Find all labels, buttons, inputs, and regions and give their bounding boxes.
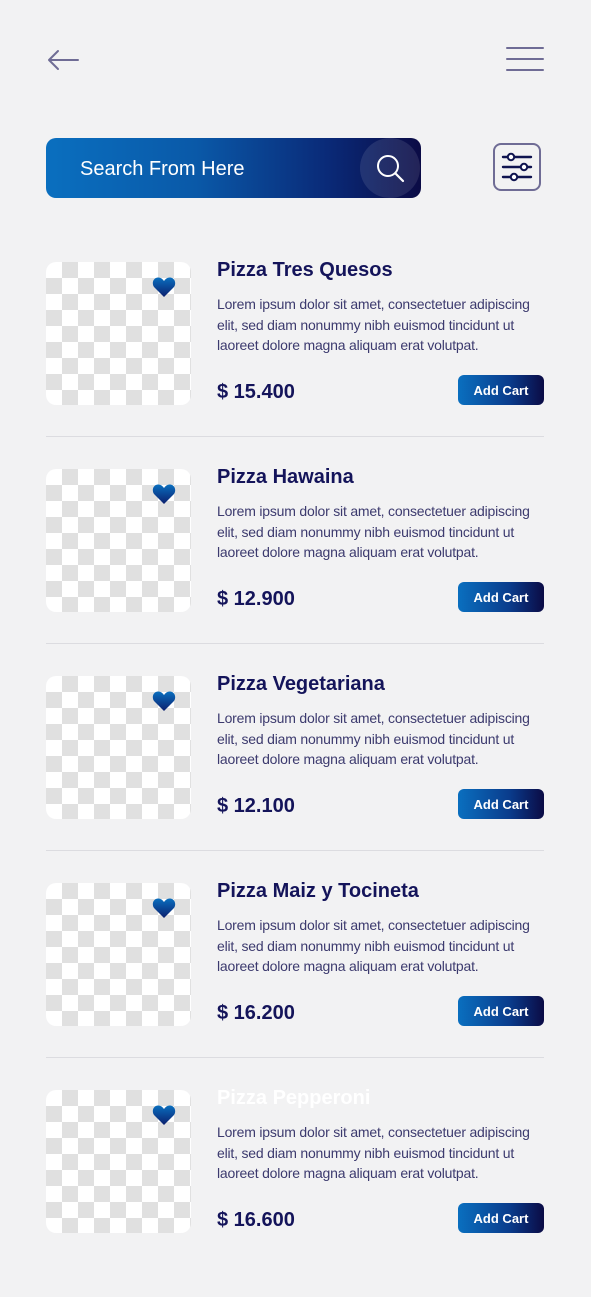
favorite-button[interactable] bbox=[152, 483, 176, 505]
product-image-placeholder bbox=[46, 1090, 191, 1233]
product-image-placeholder bbox=[46, 883, 191, 1026]
add-cart-button[interactable]: Add Cart bbox=[458, 375, 544, 405]
add-cart-button[interactable]: Add Cart bbox=[458, 1203, 544, 1233]
product-card: Pizza Tres Quesos Lorem ipsum dolor sit … bbox=[46, 259, 544, 469]
product-description: Lorem ipsum dolor sit amet, consectetuer… bbox=[217, 296, 530, 353]
heart-icon bbox=[152, 691, 176, 711]
search-input[interactable] bbox=[78, 138, 362, 200]
hamburger-menu-icon bbox=[506, 47, 544, 71]
menu-button[interactable] bbox=[506, 46, 544, 74]
favorite-button[interactable] bbox=[152, 690, 176, 712]
product-card: Pizza Pepperoni Lorem ipsum dolor sit am… bbox=[46, 1087, 544, 1297]
heart-icon bbox=[152, 277, 176, 297]
product-image-placeholder bbox=[46, 676, 191, 819]
divider bbox=[46, 850, 544, 851]
product-card: Pizza Maiz y Tocineta Lorem ipsum dolor … bbox=[46, 880, 544, 1090]
heart-icon bbox=[152, 898, 176, 918]
product-card: Pizza Vegetariana Lorem ipsum dolor sit … bbox=[46, 673, 544, 883]
product-title: Pizza Tres Quesos bbox=[217, 259, 393, 281]
product-description: Lorem ipsum dolor sit amet, consectetuer… bbox=[217, 710, 530, 767]
product-price: $ 16.200 bbox=[217, 1002, 295, 1024]
add-cart-button[interactable]: Add Cart bbox=[458, 789, 544, 819]
product-price: $ 16.600 bbox=[217, 1209, 295, 1231]
add-cart-button[interactable]: Add Cart bbox=[458, 582, 544, 612]
product-description: Lorem ipsum dolor sit amet, consectetuer… bbox=[217, 503, 530, 560]
product-price: $ 15.400 bbox=[217, 381, 295, 403]
divider bbox=[46, 643, 544, 644]
divider bbox=[46, 1057, 544, 1058]
product-title: Pizza Hawaina bbox=[217, 466, 354, 488]
divider bbox=[46, 436, 544, 437]
heart-icon bbox=[152, 1105, 176, 1125]
favorite-button[interactable] bbox=[152, 1104, 176, 1126]
product-title: Pizza Vegetariana bbox=[217, 673, 385, 695]
product-title: Pizza Maiz y Tocineta bbox=[217, 880, 419, 902]
favorite-button[interactable] bbox=[152, 897, 176, 919]
top-bar bbox=[0, 0, 591, 120]
add-cart-button[interactable]: Add Cart bbox=[458, 996, 544, 1026]
product-list: Pizza Tres Quesos Lorem ipsum dolor sit … bbox=[46, 259, 544, 1297]
heart-icon bbox=[152, 484, 176, 504]
filter-button[interactable] bbox=[493, 143, 541, 191]
product-title: Pizza Pepperoni bbox=[217, 1087, 371, 1109]
favorite-button[interactable] bbox=[152, 276, 176, 298]
search-icon bbox=[377, 155, 405, 183]
sliders-filter-icon bbox=[501, 152, 533, 182]
product-card: Pizza Hawaina Lorem ipsum dolor sit amet… bbox=[46, 466, 544, 676]
back-button[interactable] bbox=[46, 46, 80, 74]
product-description: Lorem ipsum dolor sit amet, consectetuer… bbox=[217, 1124, 530, 1181]
search-bar bbox=[46, 138, 421, 200]
product-description: Lorem ipsum dolor sit amet, consectetuer… bbox=[217, 917, 530, 974]
product-price: $ 12.100 bbox=[217, 795, 295, 817]
product-price: $ 12.900 bbox=[217, 588, 295, 610]
product-image-placeholder bbox=[46, 262, 191, 405]
product-image-placeholder bbox=[46, 469, 191, 612]
search-button[interactable] bbox=[360, 138, 420, 198]
arrow-left-icon bbox=[48, 50, 79, 70]
